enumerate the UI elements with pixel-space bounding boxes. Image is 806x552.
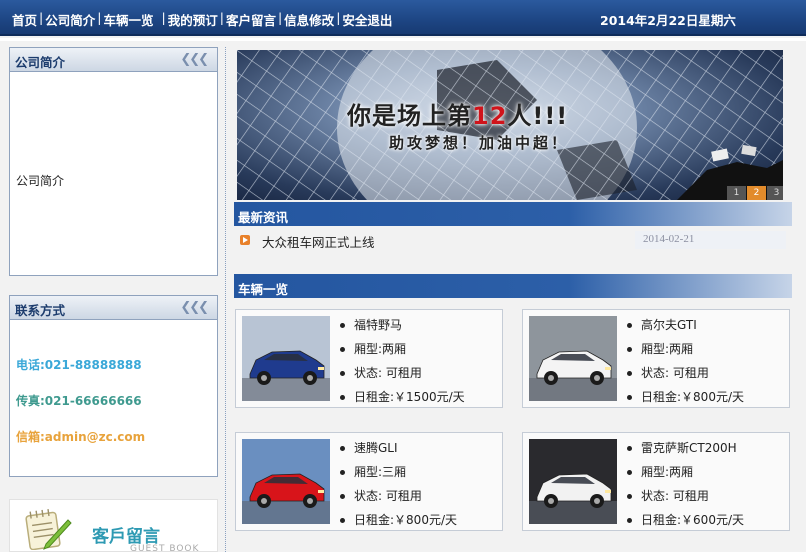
car-price: 日租金:￥800元/天: [340, 511, 457, 535]
contact-phone: 电话:021-88888888: [16, 358, 142, 372]
car-photo-graphic: [529, 439, 617, 524]
news-item-date: 2014-02-21: [643, 233, 695, 245]
nav-my-booking[interactable]: 我的预订: [168, 10, 218, 29]
nav-separator: |: [277, 10, 283, 25]
car-info-list: 速腾GLI 厢型:三厢 状态: 可租用 日租金:￥800元/天: [340, 439, 457, 535]
car-price: 日租金:￥600元/天: [627, 511, 744, 535]
car-name-link[interactable]: 高尔夫GTI: [641, 318, 697, 332]
banner-headline: 你是场上第12人!!!: [347, 96, 568, 131]
contact-fax: 传真:021-66666666: [16, 394, 142, 408]
banner-headline-c: 人!!!: [507, 102, 569, 130]
nav-separator: |: [219, 10, 224, 25]
contact-panel-header: 联系方式 ❮❮❮: [10, 296, 217, 320]
nav-company[interactable]: 公司简介: [45, 10, 95, 29]
nav-cars[interactable]: 车辆一览: [103, 10, 153, 29]
car-card: 雷克萨斯CT200H 厢型:两厢 状态: 可租用 日租金:￥600元/天: [522, 432, 790, 531]
guestbook-subtitle: GUEST BOOK: [130, 544, 200, 552]
contact-panel-title: 联系方式: [15, 303, 66, 318]
cars-section-title: 车辆一览: [238, 282, 289, 297]
nav-logout[interactable]: 安全退出: [342, 10, 392, 29]
car-status: 状态: 可租用: [627, 364, 744, 388]
car-name: 福特野马: [340, 316, 465, 340]
chevrons-left-icon: ❮❮❮: [180, 300, 209, 315]
car-name-link[interactable]: 雷克萨斯CT200H: [641, 441, 737, 455]
slide-button-3[interactable]: 3: [767, 186, 783, 200]
nav-separator: |: [161, 10, 166, 25]
nav-guestbook[interactable]: 客户留言: [226, 10, 276, 29]
car-type: 厢型:两厢: [627, 340, 744, 364]
car-name: 高尔夫GTI: [627, 316, 744, 340]
nav-separator: |: [97, 10, 102, 25]
car-type: 厢型:两厢: [340, 340, 465, 364]
banner-headline-a: 你是场上第: [347, 102, 472, 130]
car-card: 福特野马 厢型:两厢 状态: 可租用 日租金:￥1500元/天: [235, 309, 503, 408]
guestbook-link[interactable]: 客戶留言 GUEST BOOK: [9, 499, 218, 552]
banner-headline-number: 12: [472, 102, 508, 130]
nav-home[interactable]: 首页: [12, 10, 37, 29]
news-item-title[interactable]: 大众租车网正式上线: [262, 232, 375, 251]
news-date-box: 2014-02-21: [635, 231, 786, 249]
car-status: 状态: 可租用: [627, 487, 744, 511]
contact-panel: 联系方式 ❮❮❮ 电话:021-88888888 传真:021-66666666…: [9, 295, 218, 477]
slide-button-2[interactable]: 2: [747, 186, 766, 200]
play-bullet-icon: [240, 235, 250, 245]
car-photo-graphic: [242, 316, 330, 401]
car-info-list: 雷克萨斯CT200H 厢型:两厢 状态: 可租用 日租金:￥600元/天: [627, 439, 744, 535]
chevrons-left-icon: ❮❮❮: [180, 52, 209, 67]
news-section-title: 最新资讯: [238, 210, 289, 225]
column-divider: [225, 47, 226, 552]
banner-subline: 助攻梦想！加油中超！: [389, 134, 570, 152]
car-name: 雷克萨斯CT200H: [627, 439, 744, 463]
about-panel-header: 公司简介 ❮❮❮: [10, 48, 217, 72]
about-content: 公司简介: [16, 174, 65, 188]
car-photo-graphic: [529, 316, 617, 401]
about-panel-title: 公司简介: [15, 55, 66, 70]
main-nav: 首页 | 公司简介 | 车辆一览 | 我的预订 | 客户留言 | 信息修改 | …: [12, 10, 392, 29]
car-type: 厢型:两厢: [627, 463, 744, 487]
car-info-list: 福特野马 厢型:两厢 状态: 可租用 日租金:￥1500元/天: [340, 316, 465, 412]
current-date: 2014年2月22日星期六: [600, 13, 736, 28]
car-name: 速腾GLI: [340, 439, 457, 463]
car-status: 状态: 可租用: [340, 364, 465, 388]
car-photo[interactable]: [529, 316, 617, 401]
car-status: 状态: 可租用: [340, 487, 457, 511]
news-section-header: 最新资讯: [234, 202, 792, 226]
car-price: 日租金:￥800元/天: [627, 388, 744, 412]
cars-section-header: 车辆一览: [234, 274, 792, 298]
divider: [0, 38, 806, 41]
car-name-link[interactable]: 速腾GLI: [354, 441, 398, 455]
promo-banner[interactable]: 你是场上第12人!!! 助攻梦想！加油中超！ 1 2 3: [237, 50, 783, 200]
car-price: 日租金:￥1500元/天: [340, 388, 465, 412]
car-card: 高尔夫GTI 厢型:两厢 状态: 可租用 日租金:￥800元/天: [522, 309, 790, 408]
car-card: 速腾GLI 厢型:三厢 状态: 可租用 日租金:￥800元/天: [235, 432, 503, 531]
slide-button-1[interactable]: 1: [727, 186, 746, 200]
notepad-pen-icon: [25, 508, 72, 550]
car-photo-graphic: [242, 439, 330, 524]
news-item: 大众租车网正式上线 2014-02-21: [237, 231, 786, 251]
car-info-list: 高尔夫GTI 厢型:两厢 状态: 可租用 日租金:￥800元/天: [627, 316, 744, 412]
car-photo[interactable]: [529, 439, 617, 524]
top-nav-bar: 首页 | 公司简介 | 车辆一览 | 我的预订 | 客户留言 | 信息修改 | …: [0, 0, 806, 36]
contact-email: 信箱:admin@zc.com: [16, 430, 146, 444]
nav-edit-info[interactable]: 信息修改: [284, 10, 334, 29]
car-name-link[interactable]: 福特野马: [354, 318, 402, 332]
car-photo[interactable]: [242, 316, 330, 401]
about-panel: 公司简介 ❮❮❮ 公司简介: [9, 47, 218, 276]
banner-slide-indicator: 1 2 3: [726, 186, 783, 200]
nav-separator: |: [39, 10, 44, 25]
car-type: 厢型:三厢: [340, 463, 457, 487]
nav-separator: |: [336, 10, 341, 25]
car-photo[interactable]: [242, 439, 330, 524]
